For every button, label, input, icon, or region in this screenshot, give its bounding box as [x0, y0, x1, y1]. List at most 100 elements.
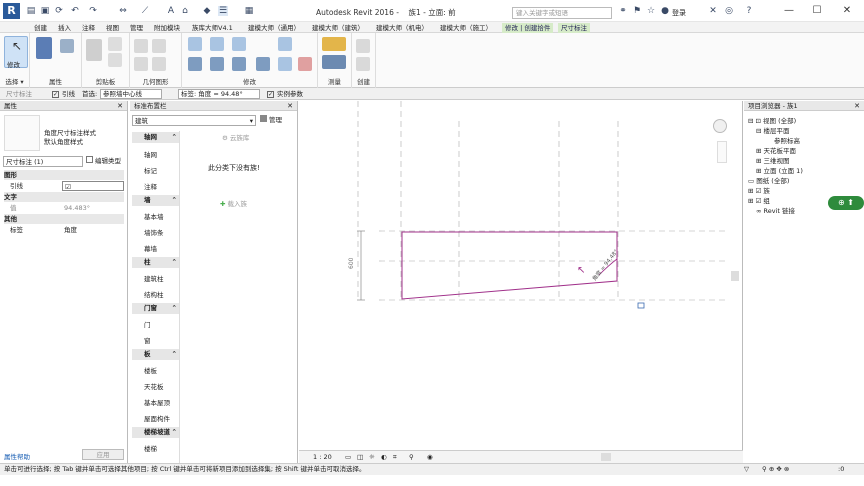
align-icon[interactable] [188, 37, 202, 51]
category-column[interactable]: 柱 ⌃ [132, 257, 179, 268]
scrollbar-handle[interactable] [731, 271, 739, 281]
visual-style-icon[interactable]: ◫ [357, 451, 363, 463]
temporary-hide-icon[interactable]: ⚲ [409, 451, 414, 463]
3d-view-icon[interactable]: ⌂ [180, 6, 190, 16]
rotate-icon[interactable] [232, 57, 246, 71]
move-handle-icon[interactable] [637, 302, 645, 309]
category-stair-ramp[interactable]: 楼梯坡道 ⌃ [132, 427, 179, 438]
aligned-dimension-icon[interactable] [322, 55, 346, 69]
search-input[interactable]: 键入关键字或短语 [512, 7, 612, 19]
category-grid[interactable]: 轴网 ⌃ [132, 132, 179, 143]
group-graphics[interactable]: 图形 [4, 170, 124, 180]
login-label[interactable]: 登录 [672, 8, 686, 18]
join-icon[interactable] [134, 39, 148, 53]
family-item[interactable]: 门 [144, 319, 151, 329]
tree-ref-level[interactable]: 参照标高 [774, 135, 800, 145]
group-label-select[interactable]: 选择 ▾ [0, 76, 29, 86]
detail-level-icon[interactable]: ▭ [345, 451, 351, 463]
tree-sheets[interactable]: ▭ 图纸 (全部) [748, 175, 789, 185]
array-icon[interactable] [278, 57, 292, 71]
family-item[interactable]: 结构柱 [144, 289, 164, 299]
family-item[interactable]: 基本屋顶 [144, 397, 170, 407]
close-button[interactable]: ✕ [840, 4, 854, 18]
drawing-canvas[interactable]: 600 角度 = 94.48° ↖ [299, 101, 743, 450]
open-icon[interactable]: ▤ [26, 6, 36, 16]
tab-addins[interactable]: 附加模块 [154, 23, 180, 33]
tab-familylib[interactable]: 族库大师V4.1 [192, 23, 233, 33]
measure-icon[interactable]: ⇔ [118, 6, 128, 16]
copy-element-icon[interactable] [210, 57, 224, 71]
first-select[interactable]: 参照墙中心线 [100, 89, 162, 99]
tree-groups[interactable]: ⊞ ☑ 组 [748, 195, 770, 205]
create-group-icon[interactable] [356, 57, 370, 71]
prop-value-leader[interactable]: ☑ [62, 181, 124, 191]
elevation-view[interactable]: 600 角度 = 94.48° ↖ [299, 101, 743, 450]
cut-geometry-icon[interactable] [152, 39, 166, 53]
copy-icon[interactable] [108, 53, 122, 67]
filter-icon[interactable]: ▽ [744, 464, 749, 475]
family-item[interactable]: 墙饰条 [144, 227, 164, 237]
category-door-window[interactable]: 门窗 ⌃ [132, 303, 179, 314]
category-slab[interactable]: 板 ⌃ [132, 349, 179, 360]
thin-lines-icon[interactable]: ☰ [218, 6, 228, 16]
family-item[interactable]: 楼板 [144, 365, 157, 375]
cut-icon[interactable] [108, 37, 122, 51]
family-item[interactable]: 注释 [144, 181, 157, 191]
prop-value-label[interactable]: 角度 [64, 225, 77, 235]
group-text[interactable]: 文字 [4, 192, 124, 202]
move-icon[interactable] [188, 57, 202, 71]
shadows-icon[interactable]: ◐ [381, 451, 387, 463]
apply-button[interactable]: 应用 [82, 449, 124, 460]
label-dropdown[interactable]: 标签: 角度 = 94.48° [178, 89, 260, 99]
tab-modify-create[interactable]: 修改 | 创建拾件 [502, 23, 554, 33]
cloud-library-button[interactable]: ⚙ 云族库 [222, 132, 249, 142]
instance-selector[interactable]: 尺寸标注 (1) [3, 156, 83, 167]
family-item[interactable]: 标记 [144, 165, 157, 175]
binoculars-icon[interactable]: ⚭ [618, 6, 628, 16]
sync-icon[interactable]: ⟳ [54, 6, 64, 16]
properties-help-link[interactable]: 属性帮助 [4, 451, 30, 461]
selection-icons[interactable]: ⚲ ⊕ ✥ ⊗ [762, 464, 789, 475]
scale-selector[interactable]: 1 : 20 [313, 451, 332, 463]
properties-icon[interactable] [36, 37, 52, 59]
group-other[interactable]: 其他 [4, 214, 124, 224]
load-family-button[interactable]: ✚ 载入族 [220, 198, 247, 208]
user-icon[interactable]: ● [660, 6, 670, 16]
family-item[interactable]: 轴网 [144, 149, 157, 159]
family-item[interactable]: 楼梯 [144, 443, 157, 453]
tree-families[interactable]: ⊞ ☑ 族 [748, 185, 770, 195]
tab-insert[interactable]: 插入 [58, 23, 71, 33]
tab-create[interactable]: 创建 [34, 23, 47, 33]
tab-annotate[interactable]: 注释 [82, 23, 95, 33]
family-item[interactable]: 窗 [144, 335, 151, 345]
undo-icon[interactable]: ↶ [70, 6, 80, 16]
hscroll-thumb[interactable] [601, 453, 611, 461]
tab-bim-general[interactable]: 建模大师（通用） [248, 23, 300, 33]
minimize-button[interactable]: — [782, 4, 796, 18]
create-similar-icon[interactable] [356, 39, 370, 53]
close-icon[interactable]: ✕ [117, 101, 123, 111]
family-item[interactable]: 幕墙 [144, 243, 157, 253]
modify-button[interactable]: ↖ 修改 [4, 36, 28, 69]
manage-button[interactable]: 管理 [260, 115, 282, 126]
tab-bim-arch[interactable]: 建模大师（建筑） [312, 23, 364, 33]
reveal-hidden-icon[interactable]: ◉ [427, 451, 433, 463]
tab-bim-construction[interactable]: 建模大师（施工） [440, 23, 492, 33]
close-icon[interactable]: ✕ [287, 101, 293, 111]
navigation-bar[interactable] [717, 141, 727, 163]
type-properties-icon[interactable] [60, 39, 74, 53]
edit-type-button[interactable]: 编辑类型 [86, 156, 126, 167]
help-icon[interactable]: ? [744, 6, 754, 16]
tree-views[interactable]: ⊟ ⊡ 视图 (全部) [748, 115, 796, 125]
offset-icon[interactable] [210, 37, 224, 51]
family-item[interactable]: 基本墙 [144, 211, 164, 221]
tab-manage[interactable]: 管理 [130, 23, 143, 33]
exchange-icon[interactable]: ✕ [708, 6, 718, 16]
instance-param-checkbox[interactable]: ✓ [267, 91, 274, 98]
aligned-dim-icon[interactable]: ⟋ [140, 6, 150, 16]
category-wall[interactable]: 墙 ⌃ [132, 195, 179, 206]
measure-distance-icon[interactable] [322, 37, 346, 51]
favorites-icon[interactable]: ☆ [646, 6, 656, 16]
text-icon[interactable]: A [166, 6, 176, 16]
section-icon[interactable]: ◆ [202, 6, 212, 16]
